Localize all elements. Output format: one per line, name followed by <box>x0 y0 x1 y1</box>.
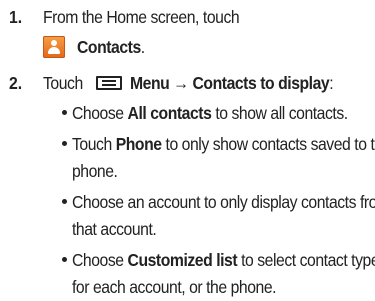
step-1-target-line: Contacts. <box>77 36 145 58</box>
bullet-4-post: to select contact types <box>237 250 375 270</box>
menu-label: Menu <box>130 73 170 93</box>
bullet-3-text: Choose an account to only display contac… <box>72 192 375 212</box>
bullet-3-continuation: that account. <box>72 219 157 239</box>
step-2-number: 2. <box>9 73 23 93</box>
contacts-icon <box>43 36 65 58</box>
bullet-dot <box>62 199 67 204</box>
bullet-4-pre: Choose <box>72 250 128 270</box>
contacts-to-display-label: Contacts to display <box>192 73 330 93</box>
step-1-number: 1. <box>9 7 23 27</box>
bullet-dot <box>62 110 67 115</box>
bullet-4-continuation: for each account, or the phone. <box>72 277 277 297</box>
step-2-touch: Touch <box>43 73 83 93</box>
bullet-2-pre: Touch <box>72 134 116 154</box>
bullet-dot <box>62 141 67 146</box>
arrow: → <box>173 73 189 93</box>
menu-icon <box>96 76 122 90</box>
step-2-end: : <box>329 73 334 93</box>
step-1-text: From the Home screen, touch <box>43 7 240 27</box>
bullet-2-bold: Phone <box>115 134 162 154</box>
bullet-1-pre: Choose <box>72 103 128 123</box>
contacts-label: Contacts <box>77 37 141 57</box>
bullet-2-continuation: phone. <box>72 161 118 181</box>
bullet-2-text: Touch Phone to only show contacts saved … <box>72 133 375 155</box>
bullet-1-post: to show all contacts. <box>211 103 348 123</box>
step-1-end: . <box>140 37 145 57</box>
bullet-dot <box>62 257 67 262</box>
bullet-4-text: Choose Customized list to select contact… <box>72 249 375 271</box>
step-2-menu-line: Menu → Contacts to display: <box>130 72 334 94</box>
bullet-2-post: to only show contacts saved to the <box>161 134 375 154</box>
bullet-1-bold: All contacts <box>127 103 212 123</box>
bullet-4-bold: Customized list <box>127 250 238 270</box>
bullet-1-text: Choose All contacts to show all contacts… <box>72 102 348 124</box>
